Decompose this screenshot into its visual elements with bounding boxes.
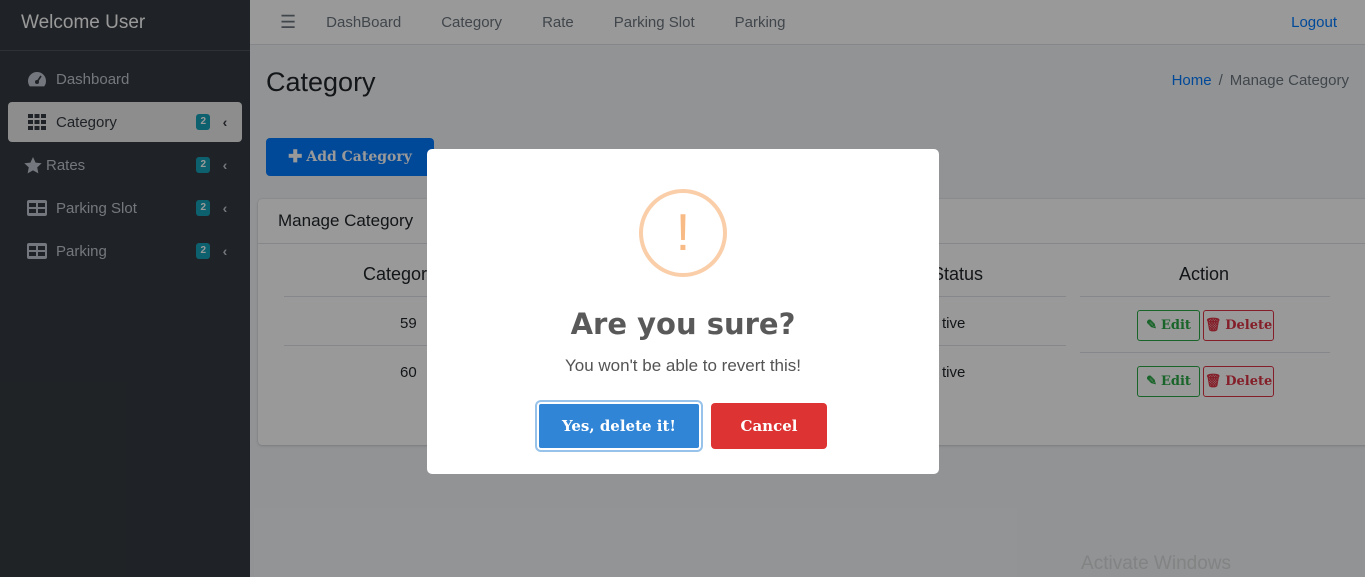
dialog-title: Are you sure? [570, 307, 796, 341]
cancel-button[interactable]: Cancel [711, 403, 827, 449]
activate-windows-watermark: Activate Windows [1081, 553, 1231, 574]
warning-icon-glyph: ! [675, 204, 691, 262]
dialog-text: You won't be able to revert this! [564, 356, 802, 375]
warning-icon: ! [639, 189, 727, 277]
confirm-delete-button[interactable]: Yes, delete it! [537, 402, 701, 450]
confirm-delete-dialog: ! Are you sure? You won't be able to rev… [427, 149, 939, 474]
